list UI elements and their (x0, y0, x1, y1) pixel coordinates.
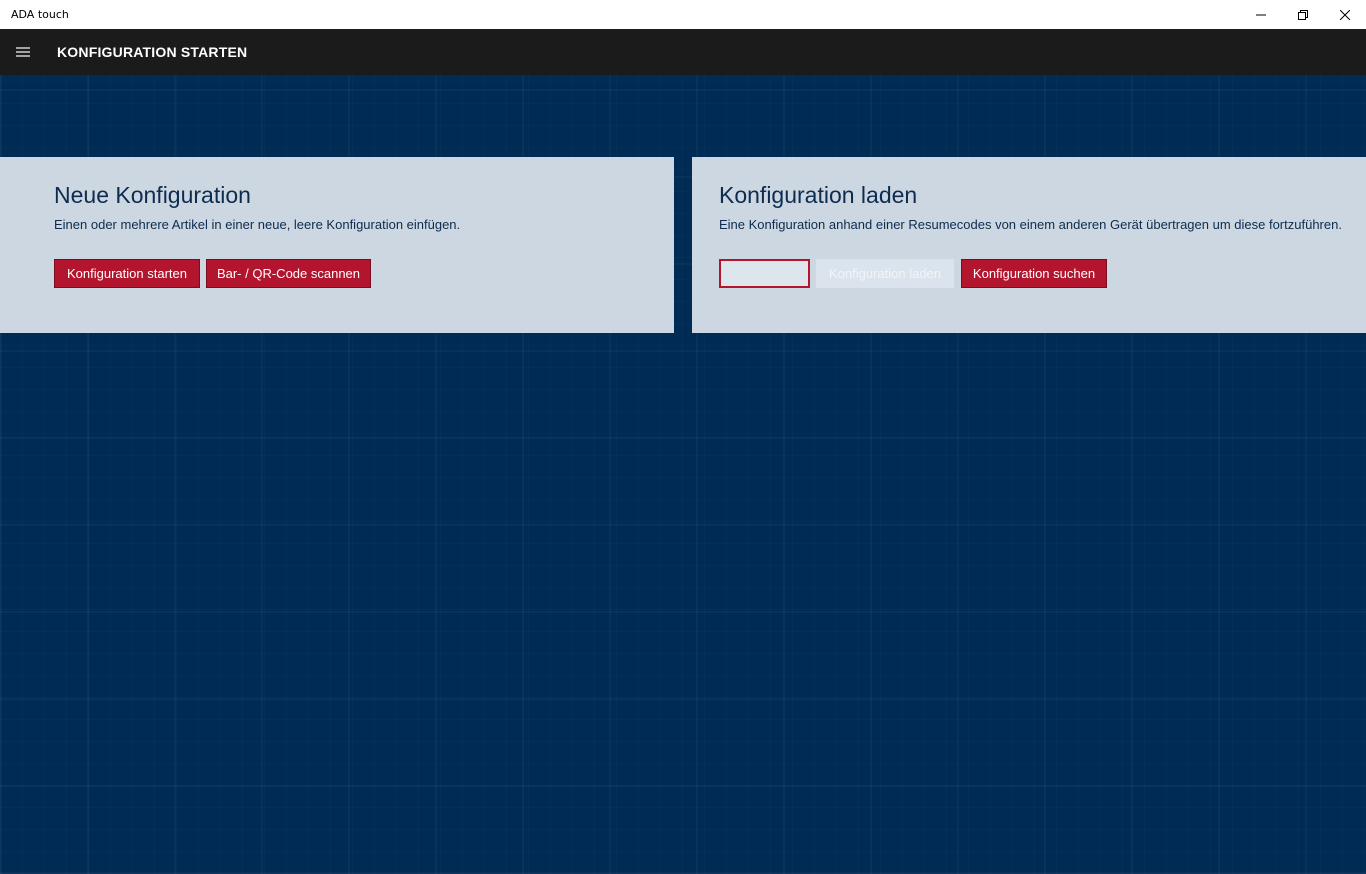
load-config-button[interactable]: Konfiguration laden (816, 259, 954, 288)
menu-button[interactable] (10, 39, 36, 65)
close-icon (1340, 9, 1350, 20)
title-bar: ADA touch (0, 0, 1366, 29)
load-config-title: Konfiguration laden (719, 182, 918, 208)
minimize-button[interactable] (1238, 0, 1284, 29)
window-title: ADA touch (11, 8, 69, 21)
start-config-button[interactable]: Konfiguration starten (54, 259, 200, 288)
app-header: KONFIGURATION STARTEN (0, 29, 1366, 75)
hamburger-icon (16, 47, 30, 57)
close-button[interactable] (1322, 0, 1366, 29)
new-config-description: Einen oder mehrere Artikel in einer neue… (54, 217, 461, 232)
load-config-description: Eine Konfiguration anhand einer Resumeco… (719, 217, 1342, 232)
scan-code-button[interactable]: Bar- / QR-Code scannen (206, 259, 371, 288)
search-config-button[interactable]: Konfiguration suchen (961, 259, 1107, 288)
minimize-icon (1256, 14, 1266, 15)
restore-icon (1298, 9, 1308, 20)
restore-button[interactable] (1280, 0, 1326, 29)
new-config-panel: Neue Konfiguration Einen oder mehrere Ar… (0, 157, 674, 333)
page-title: KONFIGURATION STARTEN (57, 44, 248, 60)
load-config-panel: Konfiguration laden Eine Konfiguration a… (692, 157, 1366, 333)
new-config-title: Neue Konfiguration (54, 182, 251, 208)
resume-code-input[interactable] (719, 259, 810, 288)
app-window: ADA touch KONFIGURATION STARTEN Neue Kon… (0, 0, 1366, 874)
